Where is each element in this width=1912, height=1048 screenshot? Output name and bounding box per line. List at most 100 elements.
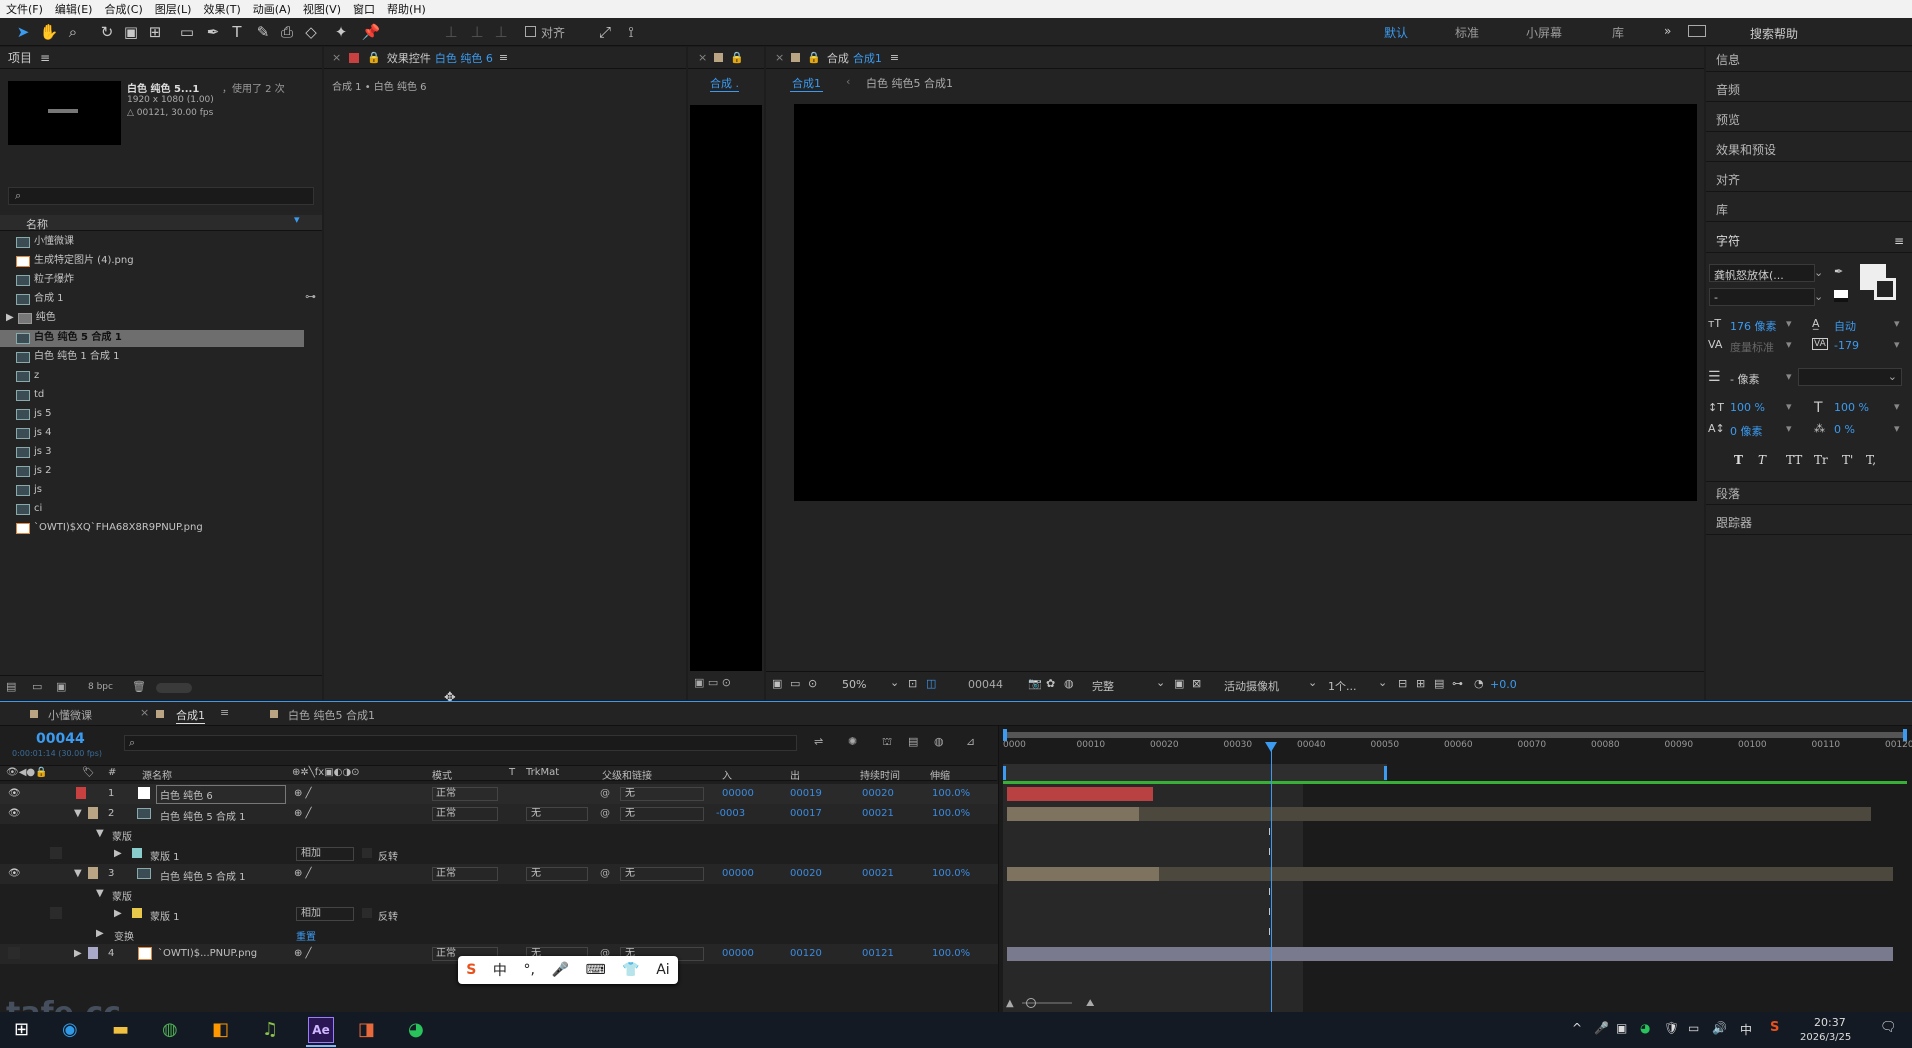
pickwhip-icon[interactable]: @ [600, 788, 610, 799]
font-size-value[interactable]: 176 像素 [1730, 318, 1777, 334]
search-help-icon[interactable] [1688, 25, 1706, 37]
stroke-color-swatch[interactable] [1874, 278, 1896, 300]
list-item[interactable]: 合成 1 [16, 290, 64, 308]
table-row[interactable]: 👁 ▼ 2 白色 纯色 5 合成 1 ⊕ ╱ 正常 无 @ 无 -0003 00… [0, 804, 1000, 824]
parent-dropdown[interactable]: 无 [620, 867, 704, 881]
pen-tool-icon[interactable]: ✒ [202, 21, 224, 43]
menu-effect[interactable]: 效果(T) [197, 1, 246, 17]
character-panel-tab[interactable]: 字符 ≡ [1706, 229, 1912, 253]
timeline-tab-2[interactable]: 合成1 [176, 707, 205, 724]
close-icon[interactable]: × [698, 51, 707, 64]
list-item[interactable]: 生成特定图片 (4).png [16, 252, 134, 270]
mask-visibility-icon[interactable]: ◫ [926, 677, 936, 690]
tray-network-icon[interactable]: ▭ [1688, 1021, 1699, 1035]
ai-assistant-icon[interactable]: Ai [656, 962, 669, 978]
faux-bold-button[interactable]: T [1734, 453, 1743, 467]
keyframe-marker-icon[interactable]: I [1268, 907, 1271, 918]
skin-icon[interactable]: 👕 [622, 962, 639, 978]
chevron-down-icon[interactable]: ⌄ [1814, 266, 1823, 279]
after-effects-icon[interactable]: Ae [308, 1017, 334, 1043]
layer-label-swatch[interactable] [76, 787, 86, 799]
layer-label-swatch[interactable] [88, 947, 98, 959]
list-item[interactable]: js 4 [16, 424, 52, 442]
audio-panel-tab[interactable]: 音频 [1706, 78, 1912, 102]
timeline-graph-area[interactable]: 0000 00010 00020 00030 00040 00050 00060… [998, 726, 1912, 1013]
vertical-scale-value[interactable]: 100 % [1730, 401, 1765, 414]
invert-checkbox[interactable] [362, 848, 372, 858]
chevron-down-icon[interactable]: ⌄ [1814, 290, 1823, 303]
list-item[interactable]: `OWTI)$XQ`FHA68X8R9PNUP.png [16, 519, 203, 537]
column-name[interactable]: 名称 [26, 216, 48, 232]
workspace-default[interactable]: 默认 [1384, 24, 1408, 41]
chevron-down-icon[interactable]: ▾ [1894, 400, 1900, 413]
panel-menu-icon[interactable]: ≡ [220, 706, 229, 719]
subscript-button[interactable]: T, [1866, 453, 1876, 467]
flowchart-icon[interactable]: ⊶ [1452, 677, 1463, 690]
column-out[interactable]: 出 [790, 767, 800, 782]
keyframe-marker-icon[interactable]: I [1268, 847, 1271, 858]
layer-label-swatch[interactable] [88, 807, 98, 819]
mask-name[interactable]: 蒙版 1 [150, 908, 180, 923]
column-num[interactable]: # [108, 767, 116, 778]
shy-layers-icon[interactable]: ⛫ [882, 735, 892, 750]
layer-name[interactable]: 白色 纯色 5 合成 1 [160, 868, 245, 883]
tray-microphone-icon[interactable]: 🎤 [1594, 1021, 1609, 1035]
axis-tool-icon[interactable]: ⊥ [440, 21, 462, 43]
layer-name[interactable]: 白色 纯色 5 合成 1 [160, 808, 245, 823]
playhead-line[interactable] [1271, 744, 1272, 1013]
timeline-icon[interactable]: ▤ [1434, 677, 1444, 690]
tray-app-icon[interactable]: ▣ [1616, 1021, 1627, 1035]
office-app-icon[interactable]: ◨ [358, 1019, 375, 1040]
effects-presets-panel-tab[interactable]: 效果和预设 [1706, 138, 1912, 162]
notification-center-icon[interactable]: 🗨 [1880, 1020, 1897, 1035]
layer-1-duration-bar[interactable] [1007, 787, 1153, 801]
list-item[interactable]: ▶ 纯色 [6, 309, 56, 327]
small-comp-footer-icons[interactable]: ▣ ▭ ⊙ [694, 676, 731, 689]
table-row[interactable]: ▼ 蒙版 [0, 824, 1000, 844]
browser-icon[interactable]: ◍ [162, 1019, 178, 1040]
tray-chevron-up-icon[interactable]: ^ [1572, 1021, 1582, 1035]
list-item[interactable]: js 5 [16, 405, 52, 423]
thumbnail-slider[interactable] [156, 683, 192, 693]
view-axis-icon[interactable]: ⊥ [490, 21, 512, 43]
superscript-button[interactable]: T' [1842, 453, 1853, 467]
list-item[interactable]: js 2 [16, 462, 52, 480]
pan-behind-tool-icon[interactable]: ⊞ [144, 21, 166, 43]
lock-icon[interactable]: 🔒 [807, 51, 821, 64]
ime-toolbar[interactable]: S 中 °, 🎤 ⌨ 👕 Ai [458, 956, 678, 984]
file-explorer-icon[interactable]: ▬ [112, 1019, 129, 1040]
table-row[interactable]: ▶ 蒙版 1 相加 反转 [0, 844, 1000, 864]
stretch-value[interactable]: 100.0% [932, 868, 970, 879]
zoom-tool-icon[interactable]: ⌕ [62, 21, 84, 43]
layer-2-active-bar[interactable] [1007, 807, 1139, 821]
list-item[interactable]: 小懂微课 [16, 233, 74, 251]
layer-name[interactable]: 白色 纯色 6 [156, 785, 286, 804]
type-tool-icon[interactable]: T [226, 21, 248, 43]
chevron-down-icon[interactable]: ⌄ [1378, 676, 1387, 689]
selection-tool-icon[interactable]: ➤ [12, 21, 34, 43]
brush-tool-icon[interactable]: ✎ [252, 21, 274, 43]
hand-tool-icon[interactable]: ✋ [38, 21, 60, 43]
expand-chevron-icon[interactable]: ▼ [96, 888, 104, 899]
reset-exposure-icon[interactable]: ◔ [1474, 677, 1484, 690]
align-checkbox[interactable] [525, 26, 536, 37]
panel-menu-icon[interactable]: ≡ [499, 51, 508, 64]
resolution-dropdown[interactable]: 完整 [1092, 678, 1114, 694]
tracker-panel-tab[interactable]: 跟踪器 [1706, 511, 1912, 535]
clone-stamp-tool-icon[interactable]: ⎙ [276, 21, 298, 43]
lock-icon[interactable]: 🔒 [730, 51, 744, 64]
column-stretch[interactable]: 伸缩 [930, 767, 950, 782]
font-family-dropdown[interactable]: 龚帆怒放体(... [1709, 264, 1815, 282]
show-snapshot-icon[interactable]: ✿ [1046, 677, 1055, 690]
tray-security-icon[interactable]: 🛡 [1664, 1021, 1679, 1035]
eye-icon[interactable]: 👁 [8, 868, 21, 879]
duration-value[interactable]: 00021 [862, 868, 894, 879]
tray-ime-indicator[interactable]: 中 [1740, 1021, 1752, 1038]
bit-depth-button[interactable]: 8 bpc [88, 682, 113, 692]
lock-icon[interactable]: 🔒 [367, 51, 381, 64]
in-point[interactable]: 00000 [722, 948, 754, 959]
transform-reset-link[interactable]: 重置 [296, 928, 316, 943]
menu-composition[interactable]: 合成(C) [98, 1, 148, 17]
chevron-down-icon[interactable]: ▾ [1894, 338, 1900, 351]
expand-chevron-icon[interactable]: ▼ [74, 808, 82, 819]
